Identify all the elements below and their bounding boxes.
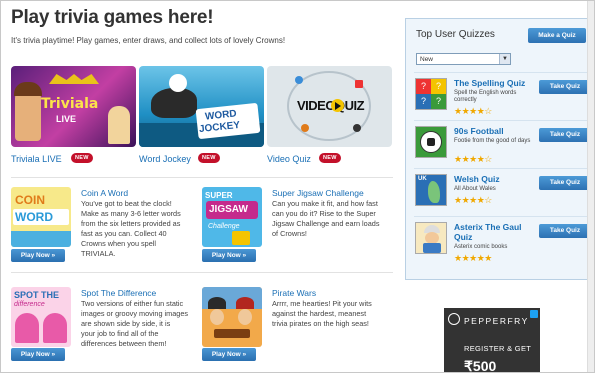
spot-the-difference-play-button[interactable]: Play Now » xyxy=(11,348,65,361)
pirate-wars-description: Arrrr, me hearties! Pit your wits agains… xyxy=(272,299,372,328)
super-jigsaw-thumbnail[interactable]: SUPER JIGSAW Challenge xyxy=(202,187,262,247)
quiz-title[interactable]: Asterix The Gaul Quiz xyxy=(454,222,536,242)
section-divider xyxy=(11,177,393,178)
spelling-quiz-icon[interactable]: ? ? ? ? xyxy=(415,78,447,110)
rating-stars-icon: ★★★★★ xyxy=(454,253,492,263)
chevron-down-icon[interactable]: ▼ xyxy=(499,54,510,64)
ad-cta: REGISTER & GET xyxy=(464,344,532,353)
pirate-wars-title[interactable]: Pirate Wars xyxy=(272,288,316,298)
super-jigsaw-description: Can you make it fit, and how fast can yo… xyxy=(272,199,380,238)
rating-stars-icon: ★★★★☆ xyxy=(454,106,492,116)
take-quiz-button[interactable]: Take Quiz xyxy=(539,128,591,142)
sidebar-title: Top User Quizzes xyxy=(416,29,495,40)
video-quiz-thumbnail[interactable]: VIDEOQUIZ xyxy=(267,66,392,147)
super-jigsaw-play-button[interactable]: Play Now » xyxy=(202,249,256,262)
word-jockey-thumbnail[interactable]: WORD JOCKEY xyxy=(139,66,264,147)
spot-the-difference-title[interactable]: Spot The Difference xyxy=(81,288,156,298)
triviala-live-thumbnail[interactable]: Triviala LIVE xyxy=(11,66,136,147)
rating-stars-icon: ★★★★☆ xyxy=(454,195,492,205)
take-quiz-button[interactable]: Take Quiz xyxy=(539,176,591,190)
feature-label[interactable]: Video Quiz xyxy=(267,154,311,164)
pirate-wars-thumbnail[interactable] xyxy=(202,287,262,347)
super-jigsaw-title[interactable]: Super Jigsaw Challenge xyxy=(272,188,364,198)
pepperfry-advertisement[interactable]: PEPPERFRY REGISTER & GET ₹500 xyxy=(444,308,540,373)
feature-word-jockey[interactable]: WORD JOCKEY Word Jockey NEW xyxy=(139,66,264,167)
quiz-title[interactable]: Welsh Quiz xyxy=(454,174,500,184)
ad-brand: PEPPERFRY xyxy=(464,316,529,326)
quiz-description: Spell the English words correctly xyxy=(454,90,517,103)
feature-video-quiz[interactable]: VIDEOQUIZ Video Quiz NEW xyxy=(267,66,392,167)
feature-label[interactable]: Word Jockey xyxy=(139,154,191,164)
quiz-item: UK Welsh Quiz All About Wales ★★★★☆ Take… xyxy=(414,168,591,214)
pepperfry-logo-icon xyxy=(448,313,460,325)
page-title: Play trivia games here! xyxy=(11,7,214,28)
welsh-quiz-map-icon[interactable]: UK xyxy=(415,174,447,206)
quiz-title[interactable]: The Spelling Quiz xyxy=(454,78,525,88)
take-quiz-button[interactable]: Take Quiz xyxy=(539,224,591,238)
top-user-quizzes-panel: Top User Quizzes Make a Quiz New ▼ ? ? ?… xyxy=(405,18,591,280)
spot-the-difference-description: Two versions of either fun static images… xyxy=(81,299,189,348)
quiz-description: Footie from the good of days xyxy=(454,138,531,144)
quiz-item: ? ? ? ? The Spelling Quiz Spell the Engl… xyxy=(414,72,591,118)
rating-stars-icon: ★★★★☆ xyxy=(454,154,492,164)
page-scrollbar[interactable] xyxy=(587,1,594,372)
quiz-item: 90s Football Footie from the good of day… xyxy=(414,120,591,166)
coin-a-word-description: You've got to beat the clock! Make as ma… xyxy=(81,199,181,258)
coin-a-word-title[interactable]: Coin A Word xyxy=(81,188,128,198)
coin-a-word-thumbnail[interactable]: COIN WORD xyxy=(11,187,71,247)
take-quiz-button[interactable]: Take Quiz xyxy=(539,80,591,94)
coin-a-word-play-button[interactable]: Play Now » xyxy=(11,249,65,262)
make-a-quiz-button[interactable]: Make a Quiz xyxy=(528,28,586,43)
asterix-quiz-icon[interactable] xyxy=(415,222,447,254)
quiz-filter-value: New xyxy=(420,56,434,63)
ad-info-icon[interactable] xyxy=(530,310,538,318)
quiz-description: All About Wales xyxy=(454,186,496,192)
new-badge: NEW xyxy=(71,153,93,163)
page-subtitle: It's trivia playtime! Play games, enter … xyxy=(11,36,286,45)
feature-triviala-live[interactable]: Triviala LIVE Triviala LIVE NEW xyxy=(11,66,136,167)
feature-label[interactable]: Triviala LIVE xyxy=(11,154,62,164)
ad-amount: ₹500 xyxy=(464,358,497,373)
section-divider xyxy=(11,272,393,273)
quiz-item: Asterix The Gaul Quiz Asterix comic book… xyxy=(414,216,591,263)
pirate-wars-play-button[interactable]: Play Now » xyxy=(202,348,256,361)
quiz-description: Asterix comic books xyxy=(454,244,508,250)
new-badge: NEW xyxy=(319,153,341,163)
page-frame: Play trivia games here! It's trivia play… xyxy=(0,0,595,373)
quiz-filter-select[interactable]: New ▼ xyxy=(416,53,511,65)
new-badge: NEW xyxy=(198,153,220,163)
football-quiz-icon[interactable] xyxy=(415,126,447,158)
spot-the-difference-thumbnail[interactable]: SPOT THE difference xyxy=(11,287,71,347)
quiz-title[interactable]: 90s Football xyxy=(454,126,504,136)
